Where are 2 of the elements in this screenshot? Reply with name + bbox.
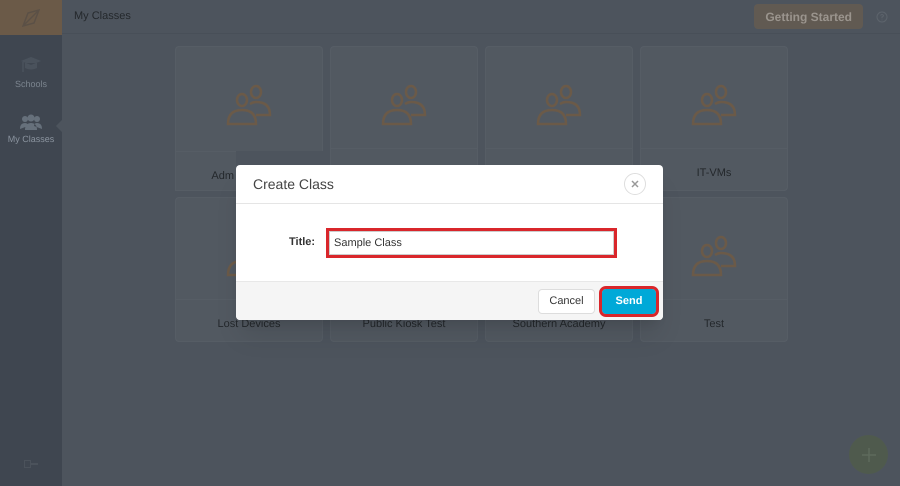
field-label: Title: [289, 235, 316, 250]
dialog-title: Create Class [253, 174, 334, 194]
